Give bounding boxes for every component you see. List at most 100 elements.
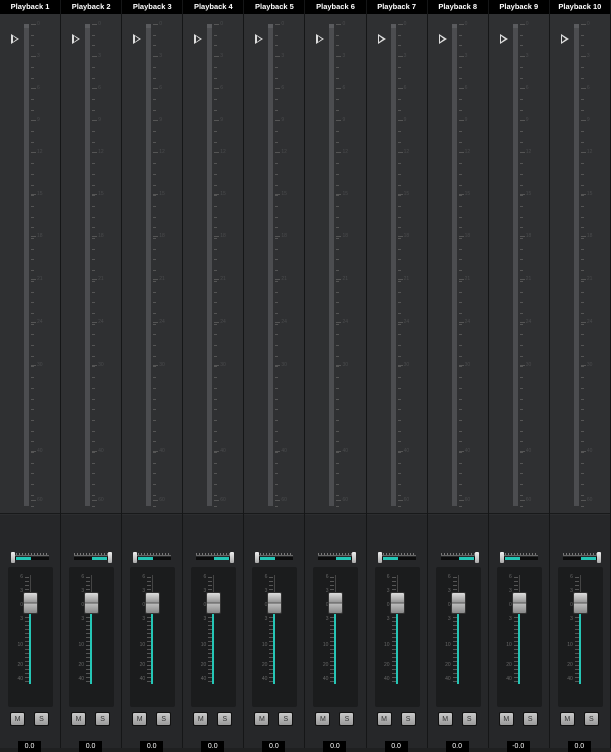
mute-button[interactable]: M — [315, 712, 331, 726]
volume-fader-knob[interactable] — [267, 592, 283, 614]
play-triangle-icon[interactable] — [255, 34, 264, 44]
solo-button[interactable]: S — [95, 712, 111, 726]
pan-knob[interactable] — [255, 552, 260, 563]
play-triangle-icon[interactable] — [11, 34, 19, 44]
solo-button[interactable]: S — [339, 712, 355, 726]
mute-button[interactable]: M — [10, 712, 25, 726]
solo-button[interactable]: S — [461, 712, 477, 726]
pan-slider[interactable] — [561, 552, 601, 563]
pan-knob[interactable] — [230, 552, 235, 563]
volume-value[interactable]: 0.0 — [140, 741, 164, 752]
solo-button[interactable]: S — [217, 712, 233, 726]
pan-slider[interactable] — [255, 552, 295, 563]
channel-strip: Playback 3 0 3 6 9 12 15 18 21 24 30 40 60 6 3 0 3 10 20… — [122, 0, 184, 752]
meter-tick-major — [397, 322, 403, 323]
volume-value[interactable]: 0.0 — [567, 741, 591, 752]
play-triangle-icon[interactable] — [133, 34, 142, 44]
meter-tick — [31, 387, 34, 389]
fader-tick — [574, 589, 579, 590]
mute-button[interactable]: M — [71, 712, 87, 726]
pan-knob[interactable] — [108, 552, 113, 563]
play-triangle-icon[interactable] — [316, 34, 325, 44]
volume-value[interactable]: 0.0 — [18, 741, 41, 752]
pan-track — [74, 557, 111, 560]
fader-scale-label: 0 — [386, 602, 390, 608]
play-triangle-icon[interactable] — [499, 34, 508, 44]
play-triangle-icon[interactable] — [438, 34, 447, 44]
pan-knob[interactable] — [596, 552, 601, 563]
volume-fader-knob[interactable] — [84, 592, 100, 614]
pan-slider[interactable] — [194, 552, 235, 563]
mute-button[interactable]: M — [132, 712, 148, 726]
pan-slider[interactable] — [11, 552, 51, 563]
solo-button[interactable]: S — [522, 712, 538, 726]
volume-fader-knob[interactable] — [23, 592, 38, 614]
mute-button[interactable]: M — [498, 712, 514, 726]
pan-knob[interactable] — [11, 552, 15, 563]
pan-knob[interactable] — [474, 552, 479, 563]
meter-scale-label: 6 — [281, 85, 285, 91]
solo-button[interactable]: S — [278, 712, 294, 726]
volume-fader-knob[interactable] — [206, 592, 222, 614]
volume-fader-knob[interactable] — [450, 592, 466, 614]
pan-fill — [92, 557, 108, 560]
solo-button[interactable]: S — [400, 712, 416, 726]
meter-tick — [153, 302, 157, 304]
meter-tick — [336, 141, 340, 143]
volume-fader-knob[interactable] — [572, 592, 588, 614]
pan-slider[interactable] — [72, 552, 113, 563]
meter-tick-major — [336, 236, 342, 237]
volume-value[interactable]: 0.0 — [323, 741, 347, 752]
meter-tick — [153, 441, 157, 443]
pan-knob[interactable] — [377, 552, 382, 563]
volume-fader-knob[interactable] — [389, 592, 405, 614]
volume-value[interactable]: 0.0 — [445, 741, 469, 752]
play-triangle-icon[interactable] — [194, 34, 203, 44]
meter-tick — [519, 98, 523, 100]
pan-slider[interactable] — [439, 552, 479, 563]
volume-value[interactable]: -0.0 — [506, 741, 530, 752]
meter-tick — [153, 452, 157, 453]
solo-button[interactable]: S — [583, 712, 599, 726]
fader-tick — [574, 585, 579, 586]
mute-button[interactable]: M — [437, 712, 453, 726]
meter-tick — [31, 195, 34, 197]
solo-button[interactable]: S — [156, 712, 172, 726]
pan-knob[interactable] — [133, 552, 138, 563]
pan-knob[interactable] — [499, 552, 504, 563]
meter-tick — [153, 216, 157, 218]
meter-tick — [275, 462, 279, 464]
channel-controls: 6 3 0 3 10 20 40 0.0 M S — [183, 515, 244, 752]
pan-knob[interactable] — [352, 552, 357, 563]
channel-controls: 6 3 0 3 10 20 40 0.0 M S — [0, 515, 61, 752]
volume-fader-knob[interactable] — [328, 592, 344, 614]
volume-value[interactable]: 0.0 — [79, 741, 103, 752]
pan-slider[interactable] — [133, 552, 173, 563]
play-triangle-icon[interactable] — [560, 34, 569, 44]
volume-value[interactable]: 0.0 — [384, 741, 408, 752]
volume-value[interactable]: 0.0 — [262, 741, 286, 752]
fader-scale-label: 6 — [264, 574, 268, 580]
level-meter-area: 0 3 6 9 12 15 18 21 24 30 40 60 — [305, 14, 366, 514]
play-triangle-icon[interactable] — [72, 34, 81, 44]
meter-tick — [153, 98, 157, 100]
fader-scale-label: 6 — [81, 574, 85, 580]
pan-slider[interactable] — [499, 552, 540, 563]
pan-slider[interactable] — [316, 552, 357, 563]
mute-button[interactable]: M — [376, 712, 392, 726]
mute-button[interactable]: M — [254, 712, 270, 726]
volume-fader-knob[interactable] — [145, 592, 161, 614]
volume-fader-knob[interactable] — [511, 592, 527, 614]
meter-tick-major — [580, 88, 586, 89]
mute-button[interactable]: M — [193, 712, 209, 726]
meter-tick — [519, 452, 523, 453]
solo-button[interactable]: S — [34, 712, 49, 726]
meter-tick — [336, 216, 340, 218]
mute-button[interactable]: M — [559, 712, 575, 726]
pan-slider[interactable] — [377, 552, 418, 563]
meter-tick — [31, 505, 34, 507]
play-triangle-icon[interactable] — [377, 34, 386, 44]
meter-tick-major — [153, 279, 159, 280]
meter-scale-label: 15 — [220, 191, 226, 197]
volume-value[interactable]: 0.0 — [201, 741, 225, 752]
